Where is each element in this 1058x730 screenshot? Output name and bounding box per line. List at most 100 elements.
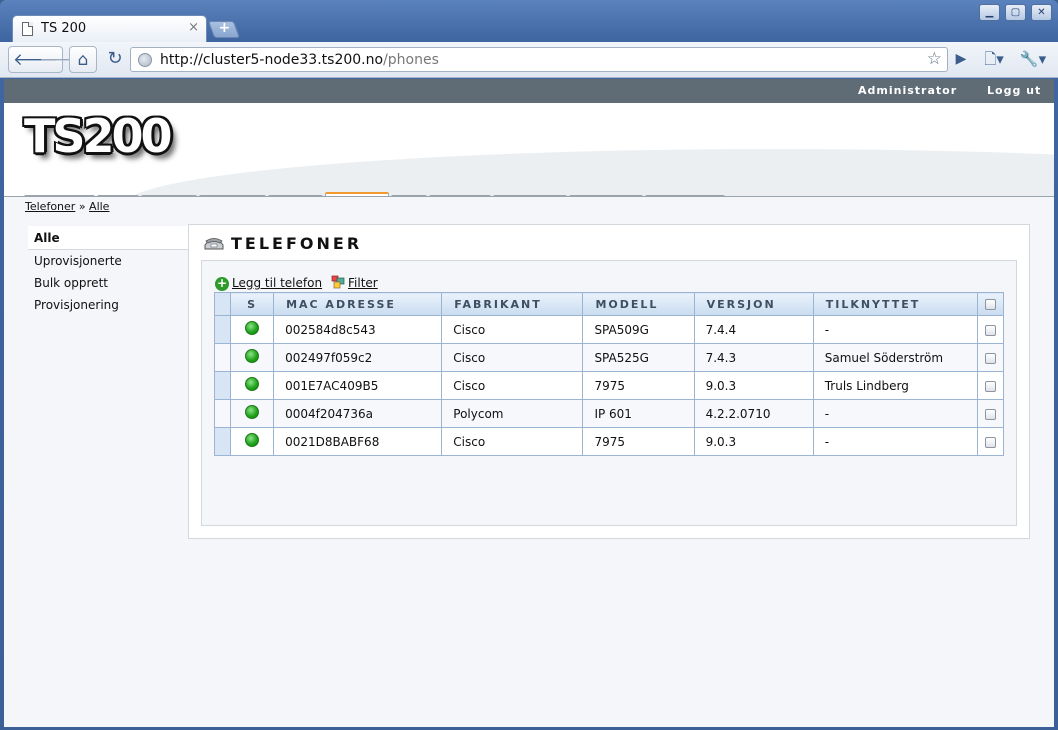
row-handle[interactable] [213, 427, 232, 456]
mac-cell[interactable]: 001E7AC409B5 [273, 371, 443, 400]
column-header-versjon[interactable]: VERSJON [693, 292, 814, 316]
select-cell [976, 399, 1005, 428]
row-handle[interactable] [213, 343, 232, 372]
tilknyttet-cell: - [812, 315, 978, 344]
row-checkbox[interactable] [984, 352, 996, 364]
fabrikant-cell: Cisco [441, 427, 584, 456]
close-window-icon[interactable]: ✕ [1031, 4, 1052, 21]
site-logo[interactable]: TS200 [24, 109, 173, 163]
add-phone-link[interactable]: Legg til telefon [232, 276, 322, 290]
filter-link[interactable]: Filter [348, 276, 378, 290]
row-handle[interactable] [213, 371, 232, 400]
sidebar-item-provisjonering[interactable]: Provisjonering [28, 294, 190, 316]
status-cell [230, 371, 275, 400]
browser-tab[interactable]: TS 200 × [12, 15, 207, 43]
tab-title: TS 200 [41, 21, 87, 36]
tab-divider [4, 196, 1054, 197]
modell-cell: 7975 [582, 371, 695, 400]
versjon-cell: 4.2.2.0710 [693, 399, 814, 428]
mac-cell[interactable]: 0004f204736a [273, 399, 443, 428]
status-cell [230, 427, 275, 456]
top-user-bar: Administrator Logg ut [4, 79, 1054, 103]
status-cell [230, 343, 275, 372]
column-header-modell[interactable]: MODELL [582, 292, 695, 316]
reload-icon[interactable]: ↻ [102, 46, 128, 73]
browser-window: TS 200 × + ▁ ▢ ✕ 🡐 🡒 ⌂ ↻ http://cluster5… [0, 0, 1058, 730]
table-row[interactable]: 0021D8BABF68 Cisco 7975 9.0.3- [213, 427, 1005, 456]
status-online-icon [245, 405, 260, 419]
new-tab-button[interactable]: + [207, 20, 241, 38]
address-bar[interactable]: http://cluster5-node33.ts200.no/phones ☆ [130, 47, 948, 72]
bookmark-star-icon[interactable]: ☆ [927, 49, 942, 69]
site-header: TS200 DashboardDebugGenereltMediabankMin… [4, 103, 1054, 197]
browser-toolbar: 🡐 🡒 ⌂ ↻ http://cluster5-node33.ts200.no/… [0, 42, 1058, 78]
logout-link[interactable]: Logg ut [987, 84, 1041, 97]
table-row[interactable]: 001E7AC409B5 Cisco 7975 9.0.3 Truls Lindberg [213, 371, 1005, 400]
tilknyttet-cell: - [812, 427, 978, 456]
header-swoosh [124, 149, 1054, 197]
column-header-mac[interactable]: MAC ADRESSE [273, 292, 443, 316]
row-checkbox[interactable] [984, 324, 996, 336]
breadcrumb-separator: » [78, 200, 86, 213]
status-online-icon [245, 321, 260, 335]
tab-close-icon[interactable]: × [188, 20, 199, 35]
phones-panel: TELEFONER + Legg til telefon Filter S MA… [188, 224, 1030, 539]
mac-cell[interactable]: 002497f059c2 [273, 343, 443, 372]
phones-table: S MAC ADRESSE FABRIKANT MODELL VERSJON T… [213, 292, 1005, 456]
minimize-icon[interactable]: ▁ [979, 4, 1000, 21]
breadcrumb-alle-link[interactable]: Alle [89, 200, 109, 213]
page-icon [22, 22, 33, 36]
administrator-link[interactable]: Administrator [858, 84, 957, 97]
row-handle[interactable] [213, 399, 232, 428]
row-handle-header [213, 292, 232, 316]
filter-icon[interactable] [331, 275, 345, 289]
column-header-status[interactable]: S [230, 292, 275, 316]
add-circle-icon[interactable]: + [215, 277, 229, 291]
table-header-row: S MAC ADRESSE FABRIKANT MODELL VERSJON T… [213, 292, 1005, 316]
versjon-cell: 7.4.3 [693, 343, 814, 372]
maximize-icon[interactable]: ▢ [1005, 4, 1026, 21]
home-icon[interactable]: ⌂ [69, 46, 97, 73]
web-page: Administrator Logg ut TS200 DashboardDeb… [4, 79, 1054, 727]
wrench-menu-icon[interactable]: 🔧▾ [1016, 46, 1050, 73]
row-handle[interactable] [213, 315, 232, 344]
tilknyttet-cell: Samuel Söderström [812, 343, 978, 372]
select-cell [976, 371, 1005, 400]
versjon-cell: 9.0.3 [693, 427, 814, 456]
plus-icon: + [218, 20, 231, 36]
status-cell [230, 315, 275, 344]
status-online-icon [245, 377, 260, 391]
table-row[interactable]: 0004f204736a Polycom IP 601 4.2.2.0710- [213, 399, 1005, 428]
breadcrumb: Telefoner » Alle [25, 200, 109, 213]
row-checkbox[interactable] [984, 436, 996, 448]
column-header-fabrikant[interactable]: FABRIKANT [441, 292, 584, 316]
page-menu-icon[interactable]: 🗋▾ [978, 46, 1010, 73]
back-forward-group: 🡐 🡒 [8, 46, 85, 73]
table-row[interactable]: 002497f059c2 Cisco SPA525G 7.4.3 Samuel Söde… [213, 343, 1005, 372]
status-cell [230, 399, 275, 428]
breadcrumb-telefoner-link[interactable]: Telefoner [25, 200, 75, 213]
column-header-tilknyttet[interactable]: TILKNYTTET [812, 292, 978, 316]
sidebar-item-uprovisjonerte[interactable]: Uprovisjonerte [28, 250, 190, 272]
mac-cell[interactable]: 0021D8BABF68 [273, 427, 443, 456]
fabrikant-cell: Cisco [441, 371, 584, 400]
phone-icon [204, 238, 224, 250]
sidebar: Alle Uprovisjonerte Bulk opprett Provisj… [28, 226, 190, 316]
select-cell [976, 343, 1005, 372]
row-checkbox[interactable] [984, 408, 996, 420]
table-row[interactable]: 002584d8c543 Cisco SPA509G 7.4.4- [213, 315, 1005, 344]
tilknyttet-cell: - [812, 399, 978, 428]
sidebar-item-bulk-opprett[interactable]: Bulk opprett [28, 272, 190, 294]
select-all-checkbox[interactable] [984, 299, 996, 310]
modell-cell: 7975 [582, 427, 695, 456]
title-bar: TS 200 × + ▁ ▢ ✕ [0, 0, 1058, 43]
phones-list-container: + Legg til telefon Filter S MAC ADRESSE … [201, 260, 1017, 526]
page-title: TELEFONER [231, 234, 363, 253]
status-online-icon [245, 349, 260, 363]
select-cell [976, 427, 1005, 456]
row-checkbox[interactable] [984, 380, 996, 392]
versjon-cell: 9.0.3 [693, 371, 814, 400]
play-icon[interactable]: ▶ [950, 46, 972, 73]
mac-cell[interactable]: 002584d8c543 [273, 315, 443, 344]
sidebar-item-alle[interactable]: Alle [28, 226, 190, 250]
